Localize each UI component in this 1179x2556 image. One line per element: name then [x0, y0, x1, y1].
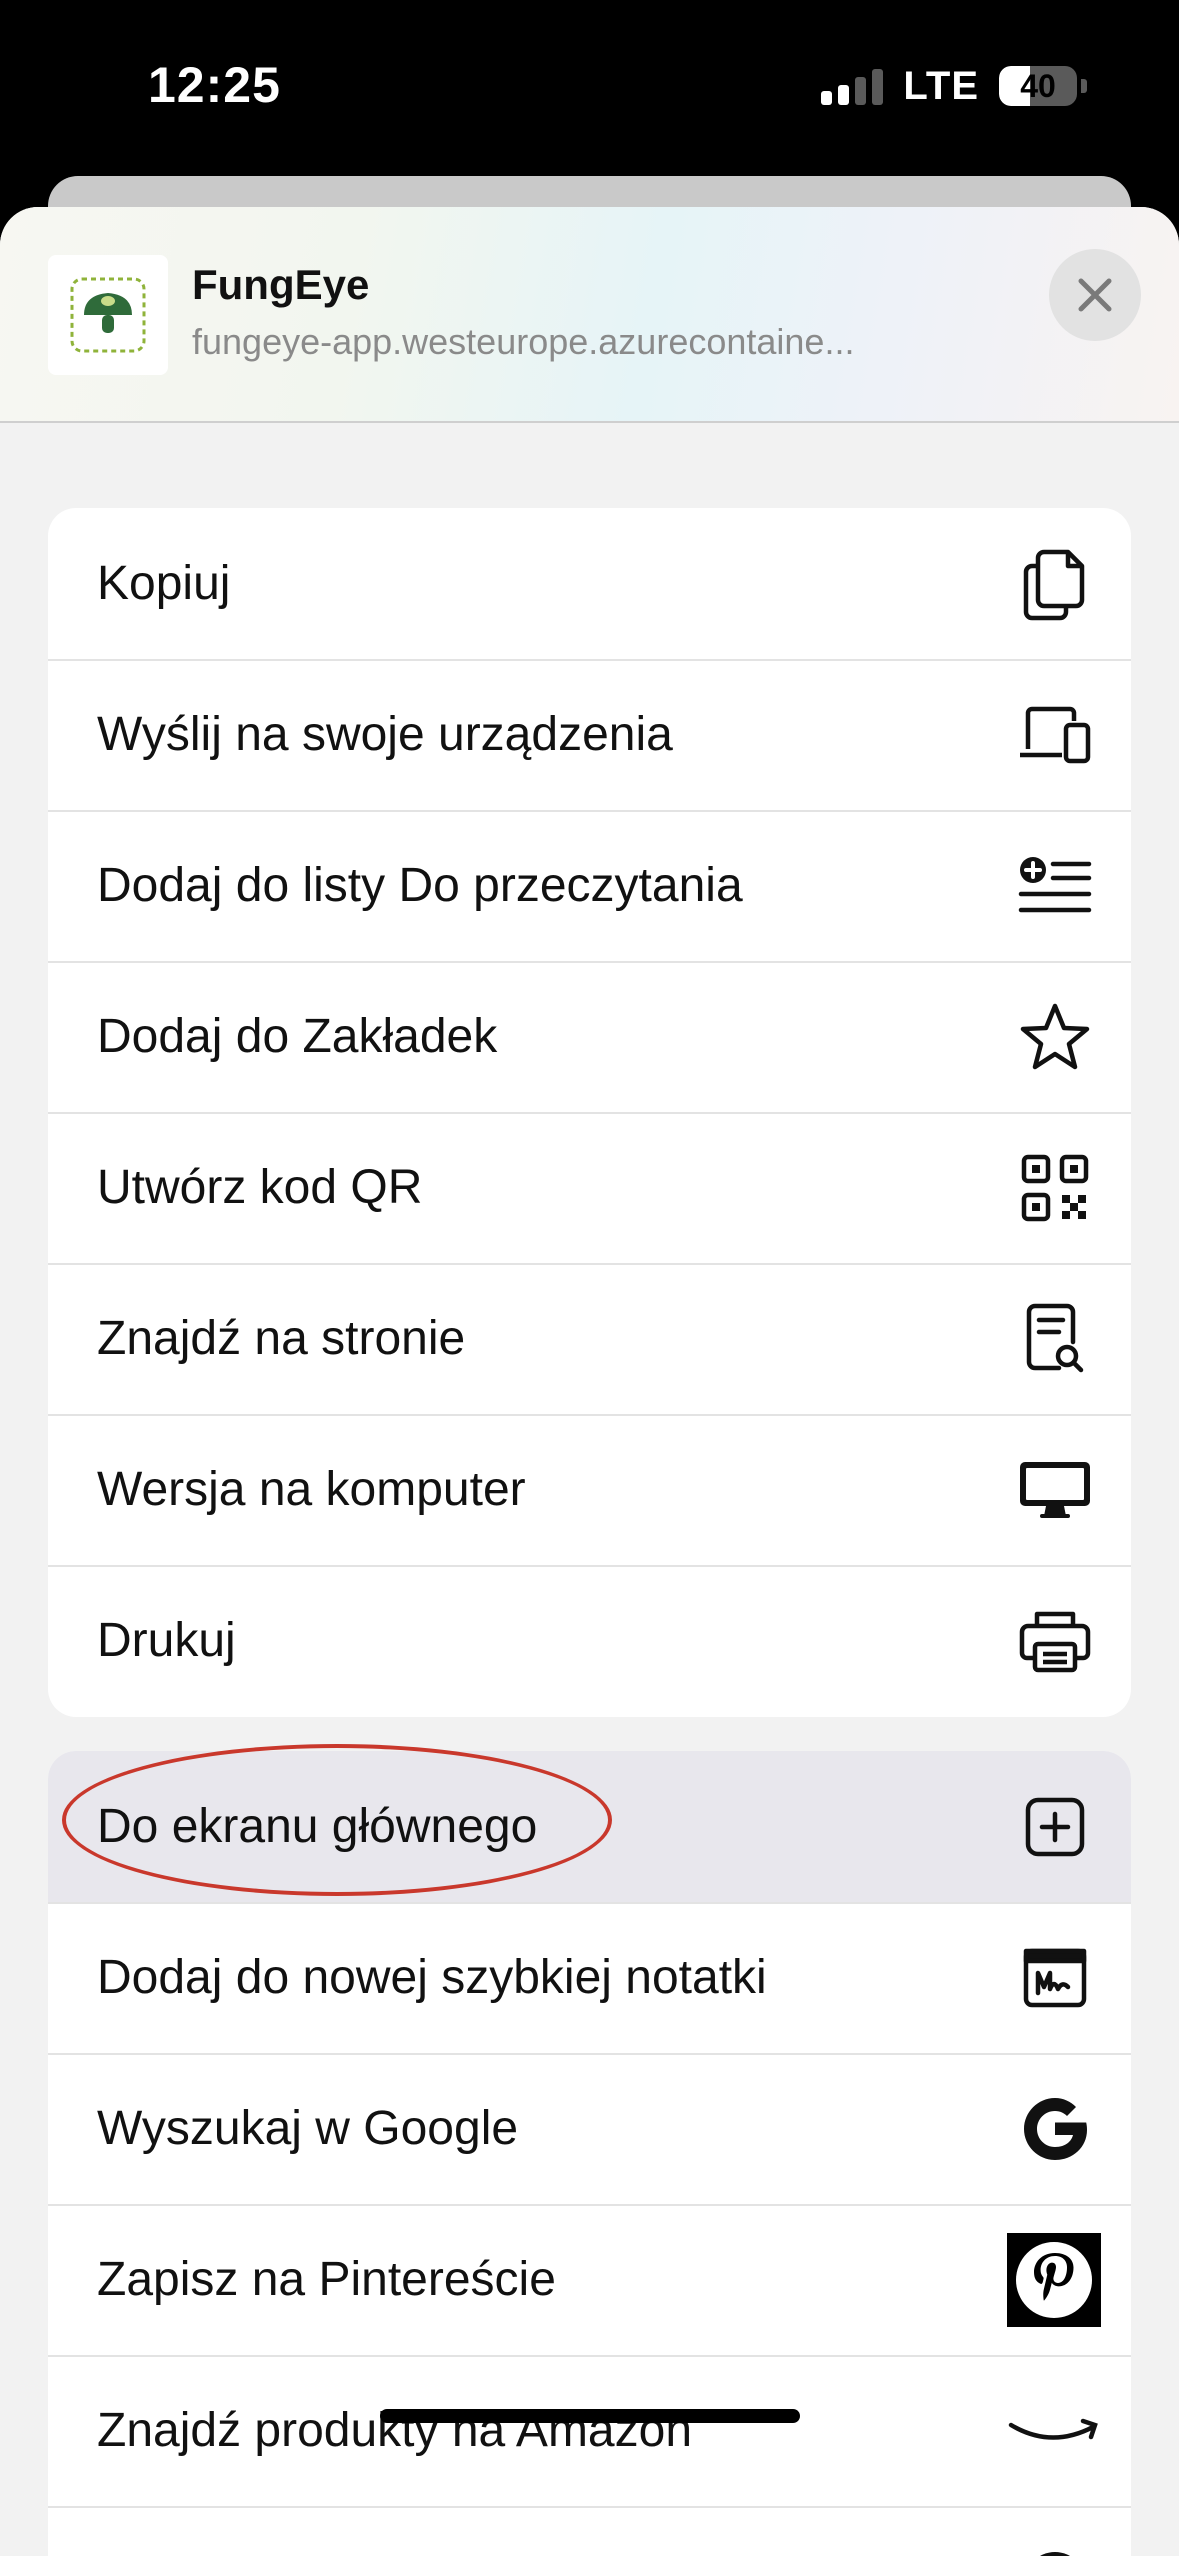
star-icon [1015, 997, 1095, 1077]
menu-item-copy[interactable]: Kopiuj [48, 508, 1131, 659]
menu-item-label: Dodaj do Zakładek [97, 1010, 498, 1063]
copy-icon [1015, 544, 1095, 624]
menu-item-label: Zapisz na Pintereście [97, 2253, 556, 2306]
menu-item-print[interactable]: Drukuj [48, 1565, 1131, 1716]
menu-item-label: Wersja na komputer [97, 1463, 526, 1516]
menu-item-label: Kopiuj [97, 557, 231, 610]
add-square-icon [1015, 1787, 1095, 1867]
menu-item-desktop-version[interactable]: Wersja na komputer [48, 1414, 1131, 1565]
menu-item-label: Wyszukaj w Google [97, 2102, 519, 2155]
menu-item-quick-note[interactable]: Dodaj do nowej szybkiej notatki [48, 1902, 1131, 2053]
menu-item-save-pinterest[interactable]: Zapisz na Pintereście [48, 2204, 1131, 2355]
printer-icon [1015, 1601, 1095, 1681]
mushroom-icon [70, 277, 146, 353]
pinterest-icon [1007, 2232, 1101, 2327]
menu-item-search-google[interactable]: Wyszukaj w Google [48, 2053, 1131, 2204]
find-on-page-icon [1015, 1299, 1095, 1379]
menu-item-label: Utwórz kod QR [97, 1161, 423, 1214]
close-button[interactable] [1049, 249, 1141, 341]
menu-item-add-bookmark[interactable]: Dodaj do Zakładek [48, 961, 1131, 1112]
battery-percent: 40 [1020, 67, 1056, 104]
menu-item-more[interactable] [48, 2506, 1131, 2556]
menu-item-add-to-home-screen[interactable]: Do ekranu głównego [48, 1751, 1131, 1902]
menu-item-send-to-devices[interactable]: Wyślij na swoje urządzenia [48, 659, 1131, 810]
reading-list-add-icon [1015, 846, 1095, 926]
menu-item-label: Drukuj [97, 1614, 236, 1667]
status-time: 12:25 [148, 57, 281, 113]
menu-item-label: Do ekranu głównego [97, 1800, 538, 1853]
screen: 12:25 LTE 40 FungEye fungeye-app.westeur… [0, 0, 1179, 2556]
battery-cap [1081, 79, 1087, 93]
home-indicator[interactable] [380, 2409, 800, 2423]
menu-item-label: Dodaj do listy Do przeczytania [97, 859, 743, 912]
network-type: LTE [903, 63, 979, 108]
more-icon [1015, 2526, 1095, 2556]
menu-item-find-on-page[interactable]: Znajdź na stronie [48, 1263, 1131, 1414]
menu-item-add-reading-list[interactable]: Dodaj do listy Do przeczytania [48, 810, 1131, 961]
close-icon [1078, 278, 1112, 312]
battery-icon: 40 [999, 66, 1077, 106]
menu-item-label: Znajdź na stronie [97, 1312, 466, 1365]
signal-icon [821, 67, 884, 105]
share-sheet-header: FungEye fungeye-app.westeurope.azurecont… [0, 207, 1179, 423]
status-indicators: LTE 40 [821, 64, 1087, 108]
status-bar: 12:25 LTE 40 [0, 0, 1179, 175]
amazon-icon [1007, 2391, 1103, 2471]
desktop-icon [1015, 1450, 1095, 1530]
qr-code-icon [1015, 1148, 1095, 1228]
quick-note-icon [1015, 1938, 1095, 2018]
menu-item-create-qr[interactable]: Utwórz kod QR [48, 1112, 1131, 1263]
menu-item-amazon[interactable]: Znajdź produkty na Amazon [48, 2355, 1131, 2506]
menu-group-extensions: Do ekranu głównego Dodaj do nowej szybki… [48, 1751, 1131, 2556]
app-name: FungEye [192, 261, 370, 308]
menu-item-label: Dodaj do nowej szybkiej notatki [97, 1951, 767, 2004]
devices-icon [1015, 695, 1095, 775]
google-icon [1015, 2089, 1095, 2169]
app-icon [48, 255, 168, 375]
menu-item-label: Wyślij na swoje urządzenia [97, 708, 673, 761]
menu-group-actions: Kopiuj Wyślij na swoje urządzenia Dodaj … [48, 508, 1131, 1717]
app-url: fungeye-app.westeurope.azurecontaine... [192, 321, 855, 362]
